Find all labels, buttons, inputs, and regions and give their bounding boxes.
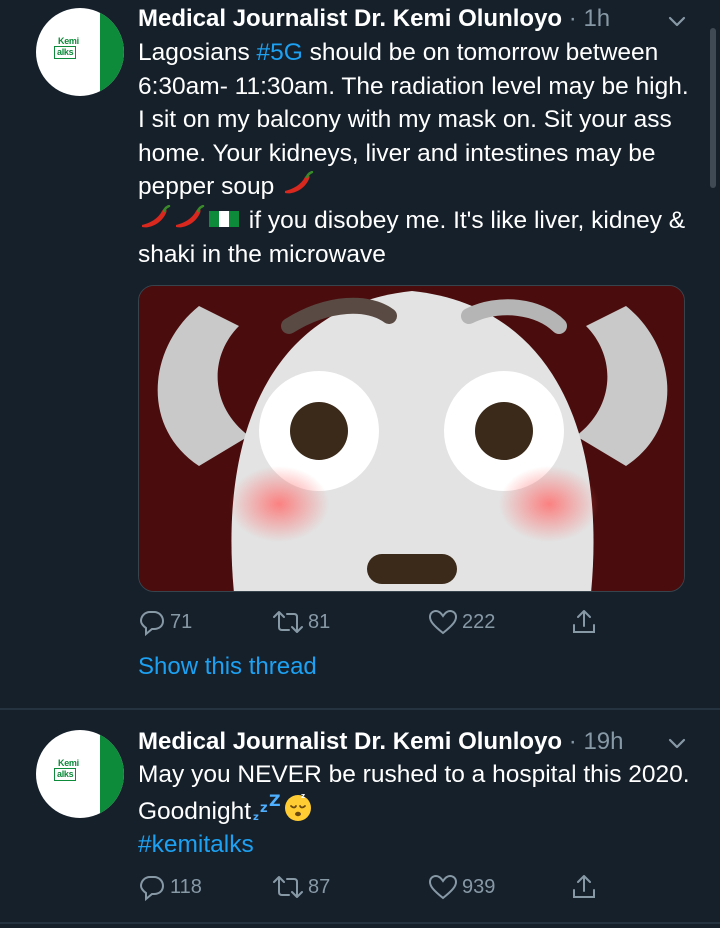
- retweet-button[interactable]: 87: [272, 870, 330, 904]
- logo-top-text: Kemi: [58, 758, 79, 768]
- like-button[interactable]: 222: [428, 605, 495, 639]
- logo-box-text: alks: [54, 46, 77, 59]
- reply-button[interactable]: 118: [138, 870, 202, 904]
- tweet[interactable]: Kemi alks Medical Journalist Dr. Kemi Ol…: [0, 0, 720, 708]
- svg-text:z: z: [301, 792, 305, 800]
- heart-icon: [428, 609, 458, 635]
- display-name[interactable]: Medical Journalist Dr. Kemi Olunloyo: [138, 728, 562, 755]
- kemitalks-logo: Kemi alks: [54, 36, 88, 64]
- like-button[interactable]: 939: [428, 870, 495, 904]
- timeline: Kemi alks Medical Journalist Dr. Kemi Ol…: [0, 0, 720, 928]
- tweet-text-part: May you NEVER be rushed to a hospital th…: [138, 761, 690, 825]
- share-icon: [573, 875, 595, 898]
- sleeping-face-emoji: z: [285, 792, 312, 821]
- hot-pepper-emoji: [142, 204, 171, 228]
- retweet-icon: [273, 876, 303, 898]
- flushed-face-image: [139, 286, 684, 591]
- separator: ·: [568, 5, 577, 32]
- tweet-media-image[interactable]: [138, 285, 685, 592]
- svg-text:z: z: [260, 801, 268, 816]
- chevron-down-icon[interactable]: [666, 732, 688, 754]
- reply-icon: [139, 611, 165, 636]
- like-count: 222: [462, 610, 496, 633]
- retweet-icon: [273, 611, 303, 633]
- retweet-button[interactable]: 81: [272, 605, 330, 639]
- avatar-flag-stripe: [100, 730, 124, 818]
- timestamp[interactable]: 1h: [583, 5, 610, 32]
- tweet-actions: 71 81 222: [138, 605, 608, 639]
- like-count: 939: [462, 875, 496, 898]
- hashtag-link[interactable]: #5G: [257, 39, 303, 66]
- reply-count: 71: [170, 610, 193, 633]
- logo-box-text: alks: [54, 768, 77, 781]
- retweet-count: 81: [308, 610, 331, 633]
- reply-count: 118: [170, 875, 202, 898]
- separator: ·: [568, 728, 577, 755]
- retweet-count: 87: [308, 875, 331, 898]
- svg-text:z: z: [253, 812, 259, 822]
- avatar-flag-stripe: [100, 8, 124, 96]
- svg-text:Z: Z: [269, 794, 281, 810]
- reply-button[interactable]: 71: [138, 605, 192, 639]
- share-button[interactable]: [570, 870, 598, 904]
- tweet-text-part: Lagosians: [138, 39, 257, 66]
- logo-top-text: Kemi: [58, 36, 79, 46]
- share-button[interactable]: [570, 605, 598, 639]
- nigeria-flag-emoji: [209, 210, 239, 227]
- timestamp[interactable]: 19h: [583, 728, 623, 755]
- avatar[interactable]: Kemi alks: [36, 730, 124, 818]
- tweet-text: May you NEVER be rushed to a hospital th…: [138, 758, 693, 862]
- show-thread-link[interactable]: Show this thread: [138, 650, 317, 684]
- tweet-actions: 118 87 939: [138, 870, 608, 904]
- tweet-text: Lagosians #5G should be on tomorrow betw…: [138, 36, 693, 271]
- heart-icon: [428, 874, 458, 900]
- hashtag-link[interactable]: #kemitalks: [138, 831, 254, 858]
- display-name[interactable]: Medical Journalist Dr. Kemi Olunloyo: [138, 5, 562, 32]
- chevron-down-icon[interactable]: [666, 10, 688, 32]
- kemitalks-logo: Kemi alks: [54, 758, 88, 786]
- share-icon: [573, 610, 595, 633]
- reply-icon: [139, 876, 165, 901]
- zzz-emoji: zz Z: [253, 794, 281, 822]
- tweet-divider: [0, 922, 720, 924]
- tweet-header: Medical Journalist Dr. Kemi Olunloyo · 1…: [138, 725, 623, 759]
- tweet-header: Medical Journalist Dr. Kemi Olunloyo · 1…: [138, 2, 610, 36]
- avatar[interactable]: Kemi alks: [36, 8, 124, 96]
- hot-pepper-emoji: [285, 171, 314, 194]
- hot-pepper-emoji: [176, 204, 205, 228]
